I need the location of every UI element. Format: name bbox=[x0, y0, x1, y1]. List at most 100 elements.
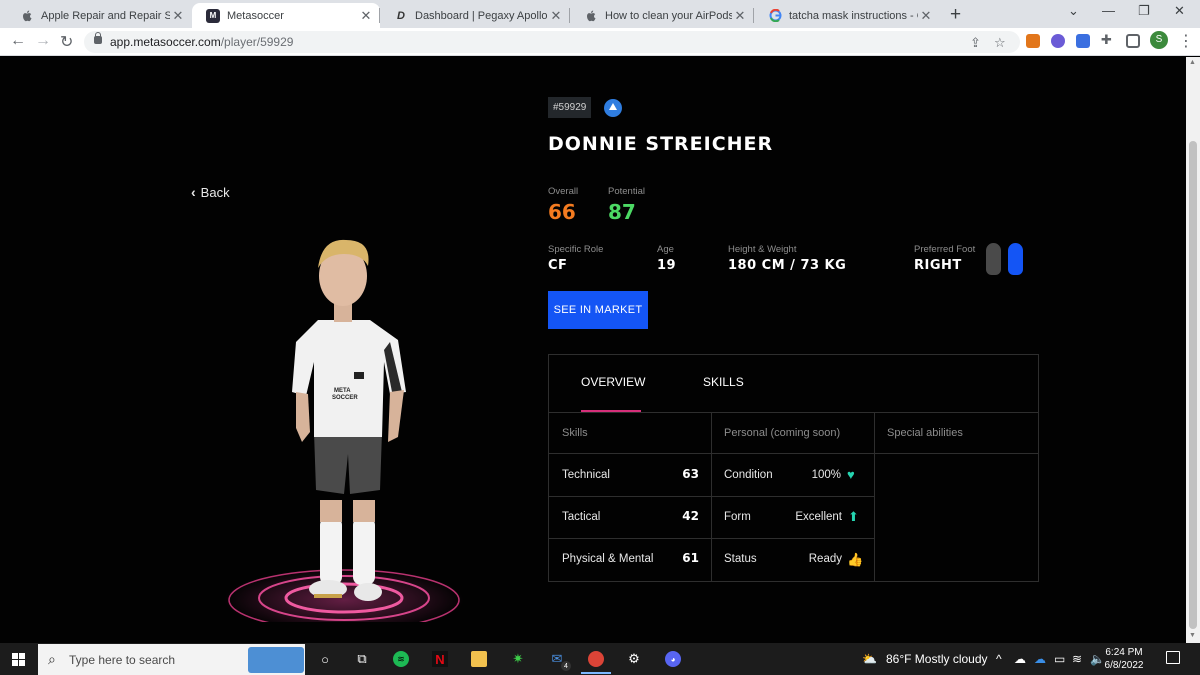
side-panel-icon[interactable] bbox=[1126, 34, 1140, 48]
share-icon[interactable]: ⇪ bbox=[970, 35, 981, 51]
discord-icon[interactable]: ◕ bbox=[665, 651, 681, 667]
extensions-puzzle-icon[interactable]: ✚ bbox=[1101, 32, 1115, 47]
chevron-up-icon[interactable]: ^ bbox=[996, 652, 1002, 666]
scroll-up-icon[interactable]: ▲ bbox=[1189, 59, 1196, 66]
close-tab-icon[interactable]: ✕ bbox=[732, 8, 748, 24]
personal-column-header: Personal (coming soon) bbox=[711, 412, 874, 454]
close-window-button[interactable]: ✕ bbox=[1174, 3, 1185, 19]
potential-label: Potential bbox=[608, 186, 645, 197]
tab-skills[interactable]: SKILLS bbox=[703, 375, 744, 389]
personal-value-form: Excellent bbox=[795, 511, 842, 523]
close-tab-icon[interactable]: ✕ bbox=[358, 8, 374, 24]
personal-name-condition: Condition bbox=[724, 469, 773, 481]
see-in-market-button[interactable]: SEE IN MARKET bbox=[548, 291, 648, 329]
browser-tab-tatcha[interactable]: tatcha mask instructions - Googl ✕ bbox=[754, 3, 940, 28]
close-tab-icon[interactable]: ✕ bbox=[170, 8, 186, 24]
tab-overview[interactable]: OVERVIEW bbox=[581, 375, 645, 389]
personal-value-condition: 100% bbox=[811, 469, 841, 481]
cortana-icon[interactable]: ○ bbox=[317, 651, 333, 667]
browser-tab-pegaxy[interactable]: D Dashboard | Pegaxy Apollo ✕ bbox=[380, 3, 570, 28]
page-scrollbar[interactable]: ▲ ▼ bbox=[1186, 57, 1200, 643]
height-weight-value: 180 CM / 73 KG bbox=[728, 258, 847, 273]
address-bar[interactable]: app.metasoccer.com/player/59929 ⇪ ☆ bbox=[84, 31, 1020, 53]
extension-icon[interactable] bbox=[1051, 34, 1065, 48]
bookmark-star-icon[interactable]: ☆ bbox=[994, 35, 1006, 51]
forward-arrow-icon[interactable]: → bbox=[35, 32, 51, 50]
reload-icon[interactable]: ↻ bbox=[60, 32, 73, 52]
tab-title: Apple Repair and Repair Status O bbox=[41, 9, 170, 22]
skills-column-header: Skills bbox=[549, 412, 711, 454]
close-tab-icon[interactable]: ✕ bbox=[548, 8, 564, 24]
back-button[interactable]: ‹ Back bbox=[191, 184, 230, 200]
file-explorer-icon[interactable] bbox=[471, 651, 487, 667]
restore-button[interactable]: ❐ bbox=[1138, 3, 1150, 19]
menu-kebab-icon[interactable]: ⋮ bbox=[1178, 31, 1194, 51]
column-divider bbox=[711, 412, 712, 582]
tab-title: Metasoccer bbox=[227, 9, 284, 22]
special-abilities-column-header: Special abilities bbox=[874, 412, 1038, 454]
metamask-extension-icon[interactable] bbox=[1026, 34, 1040, 48]
browser-tab-airpods[interactable]: How to clean your AirPods, AirPo ✕ bbox=[570, 3, 754, 28]
scroll-down-icon[interactable]: ▼ bbox=[1189, 632, 1196, 639]
windows-taskbar: ⌕ Type here to search ○ ⧉ ≋ N ✷ ✉ 4 ⚙ ◕ … bbox=[0, 643, 1200, 675]
battery-icon[interactable]: ▭ bbox=[1054, 652, 1065, 666]
clock-date: 6/8/2022 bbox=[1104, 660, 1144, 671]
search-icon: ⌕ bbox=[48, 651, 56, 667]
chrome-icon[interactable] bbox=[588, 651, 604, 667]
onedrive-icon[interactable]: ☁ bbox=[1014, 652, 1026, 666]
windows-start-icon[interactable] bbox=[12, 653, 25, 666]
skill-name-physical-mental: Physical & Mental bbox=[562, 553, 654, 565]
tab-separator bbox=[753, 8, 754, 23]
weather-text[interactable]: 86°F Mostly cloudy bbox=[886, 652, 988, 666]
profile-avatar[interactable]: S bbox=[1150, 31, 1168, 49]
personal-name-form: Form bbox=[724, 511, 751, 523]
onedrive-blue-icon[interactable]: ☁ bbox=[1034, 652, 1046, 666]
skill-value-technical: 63 bbox=[682, 467, 699, 481]
browser-tab-metasoccer[interactable]: M Metasoccer ✕ bbox=[192, 3, 380, 28]
chevron-left-icon: ‹ bbox=[191, 184, 196, 200]
wifi-icon[interactable]: ≋ bbox=[1072, 652, 1082, 666]
jersey-text: META bbox=[334, 388, 351, 394]
close-tab-icon[interactable]: ✕ bbox=[918, 8, 934, 24]
role-label: Specific Role bbox=[548, 244, 604, 255]
extension-icon[interactable] bbox=[1076, 34, 1090, 48]
lock-icon bbox=[94, 32, 102, 44]
jersey-text: SOCCER bbox=[332, 395, 358, 401]
active-app-indicator bbox=[581, 672, 611, 674]
scrollbar-thumb[interactable] bbox=[1189, 141, 1197, 629]
role-value: CF bbox=[548, 258, 568, 273]
taskbar-search-box[interactable]: ⌕ Type here to search bbox=[38, 644, 305, 675]
back-label: Back bbox=[200, 184, 230, 200]
app-icon[interactable]: ✷ bbox=[510, 651, 526, 667]
settings-gear-icon[interactable]: ⚙ bbox=[626, 651, 642, 667]
new-tab-button[interactable]: + bbox=[950, 4, 961, 26]
browser-tab-apple-repair[interactable]: Apple Repair and Repair Status O ✕ bbox=[6, 3, 192, 28]
pegaxy-icon: D bbox=[397, 9, 405, 22]
task-view-icon[interactable]: ⧉ bbox=[354, 651, 370, 667]
tab-search-icon[interactable]: ⌄ bbox=[1068, 3, 1079, 19]
skill-value-tactical: 42 bbox=[682, 509, 699, 523]
apple-icon bbox=[584, 9, 598, 23]
netflix-icon[interactable]: N bbox=[432, 651, 448, 667]
heart-icon: ♥ bbox=[847, 467, 855, 482]
search-placeholder: Type here to search bbox=[69, 653, 176, 667]
player-name: DONNIE STREICHER bbox=[548, 133, 774, 155]
notification-center-icon[interactable] bbox=[1166, 651, 1180, 664]
polygon-chain-icon bbox=[604, 99, 622, 117]
personal-name-status: Status bbox=[724, 553, 757, 565]
back-arrow-icon[interactable]: ← bbox=[10, 32, 26, 50]
system-clock[interactable]: 6:24 PM 6/8/2022 bbox=[1100, 646, 1148, 672]
weather-cloud-icon[interactable]: ⛅ bbox=[862, 652, 877, 666]
address-url[interactable]: app.metasoccer.com/player/59929 bbox=[110, 35, 293, 49]
height-weight-label: Height & Weight bbox=[728, 244, 797, 255]
row-divider bbox=[549, 496, 874, 497]
tab-separator bbox=[569, 8, 570, 23]
tab-title: Dashboard | Pegaxy Apollo bbox=[415, 9, 548, 22]
browser-toolbar: ← → ↻ app.metasoccer.com/player/59929 ⇪ … bbox=[0, 28, 1200, 56]
mail-badge: 4 bbox=[561, 661, 571, 671]
spotify-icon[interactable]: ≋ bbox=[393, 651, 409, 667]
player-avatar-3d: META SOCCER bbox=[224, 239, 464, 622]
thumbs-up-icon: 👍 bbox=[847, 552, 864, 567]
minimize-button[interactable]: — bbox=[1102, 3, 1115, 18]
skill-name-technical: Technical bbox=[562, 469, 610, 481]
